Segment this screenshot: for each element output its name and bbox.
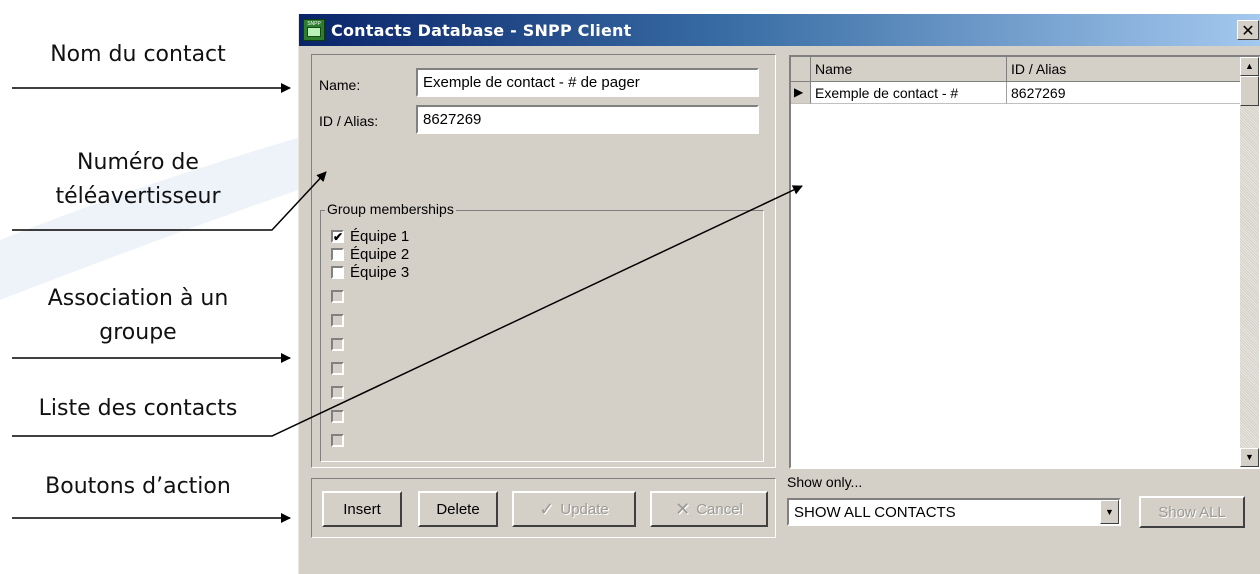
id-alias-field[interactable]: 8627269 — [416, 105, 759, 134]
name-label: Name: — [319, 77, 361, 93]
annotation-group-line2: groupe — [99, 320, 177, 345]
scroll-down-icon[interactable]: ▼ — [1240, 448, 1259, 467]
annotation-pager-number-line1: Numéro de — [77, 150, 199, 175]
update-button[interactable]: ✓ Update — [512, 491, 636, 527]
empty-group-checkbox — [331, 383, 344, 401]
action-buttons-panel: Insert Delete ✓ Update ✕ Cancel — [311, 478, 776, 538]
column-header-name[interactable]: Name — [811, 57, 1007, 82]
contacts-database-window: SNPP Contacts Database - SNPP Client ✕ N… — [298, 14, 1260, 574]
contact-details-panel: Name: Exemple de contact - # de pager ID… — [311, 54, 776, 468]
scroll-up-icon[interactable]: ▲ — [1240, 57, 1259, 76]
annotation-contact-name: Nom du contact — [50, 42, 226, 67]
group-label: Équipe 3 — [350, 263, 410, 281]
column-header-id-alias[interactable]: ID / Alias — [1007, 57, 1242, 82]
empty-group-checkbox — [331, 335, 344, 353]
contacts-grid[interactable]: Name ID / Alias ▶ Exemple de contact - #… — [789, 55, 1260, 469]
x-icon: ✕ — [675, 498, 691, 519]
checkbox[interactable] — [331, 247, 344, 261]
checkbox[interactable] — [331, 265, 344, 279]
empty-group-checkbox — [331, 431, 344, 449]
cancel-button-label: Cancel — [696, 500, 743, 518]
check-icon: ✓ — [539, 498, 555, 519]
group-label: Équipe 2 — [350, 245, 410, 263]
close-icon[interactable]: ✕ — [1237, 20, 1259, 40]
row-indicator: ▶ — [791, 82, 811, 104]
annotation-pager-number-line2: téléavertisseur — [55, 184, 221, 209]
annotation-contact-list: Liste des contacts — [38, 396, 238, 421]
delete-button[interactable]: Delete — [418, 491, 498, 527]
window-title: Contacts Database - SNPP Client — [331, 20, 632, 40]
group-checkbox-equipe-2[interactable]: Équipe 2 — [331, 245, 409, 263]
annotation-group-line1: Association à un — [47, 286, 229, 311]
annotation-action-buttons: Boutons d’action — [45, 474, 231, 499]
grid-vertical-scrollbar[interactable]: ▲ ▼ — [1240, 57, 1259, 467]
contact-filter-select[interactable]: SHOW ALL CONTACTS ▼ — [787, 498, 1121, 526]
grid-corner-header — [791, 57, 811, 82]
title-bar[interactable]: SNPP Contacts Database - SNPP Client ✕ — [299, 14, 1260, 46]
checkbox[interactable]: ✔ — [331, 229, 344, 243]
contact-filter-value: SHOW ALL CONTACTS — [794, 504, 956, 521]
id-alias-label: ID / Alias: — [319, 113, 379, 129]
insert-button[interactable]: Insert — [322, 491, 402, 527]
group-memberships-title: Group memberships — [325, 201, 456, 217]
cancel-button[interactable]: ✕ Cancel — [650, 491, 768, 527]
snpp-app-icon: SNPP — [303, 19, 325, 41]
empty-group-checkbox — [331, 359, 344, 377]
table-row-id-cell[interactable]: 8627269 — [1007, 82, 1242, 104]
name-field[interactable]: Exemple de contact - # de pager — [416, 68, 759, 97]
show-all-button[interactable]: Show ALL — [1139, 496, 1245, 528]
update-button-label: Update — [560, 500, 609, 518]
empty-group-checkbox — [331, 407, 344, 425]
empty-group-checkbox — [331, 287, 344, 305]
table-row-name-cell[interactable]: Exemple de contact - # — [811, 82, 1007, 104]
show-only-label: Show only... — [787, 474, 863, 490]
scrollbar-thumb[interactable] — [1240, 76, 1259, 106]
group-checkbox-equipe-1[interactable]: ✔ Équipe 1 — [331, 227, 409, 245]
empty-group-checkbox — [331, 311, 344, 329]
chevron-down-icon[interactable]: ▼ — [1100, 500, 1119, 524]
group-checkbox-equipe-3[interactable]: Équipe 3 — [331, 263, 409, 281]
group-memberships-box: Group memberships ✔ Équipe 1 Équipe 2 Éq… — [320, 201, 764, 462]
group-label: Équipe 1 — [350, 227, 410, 245]
